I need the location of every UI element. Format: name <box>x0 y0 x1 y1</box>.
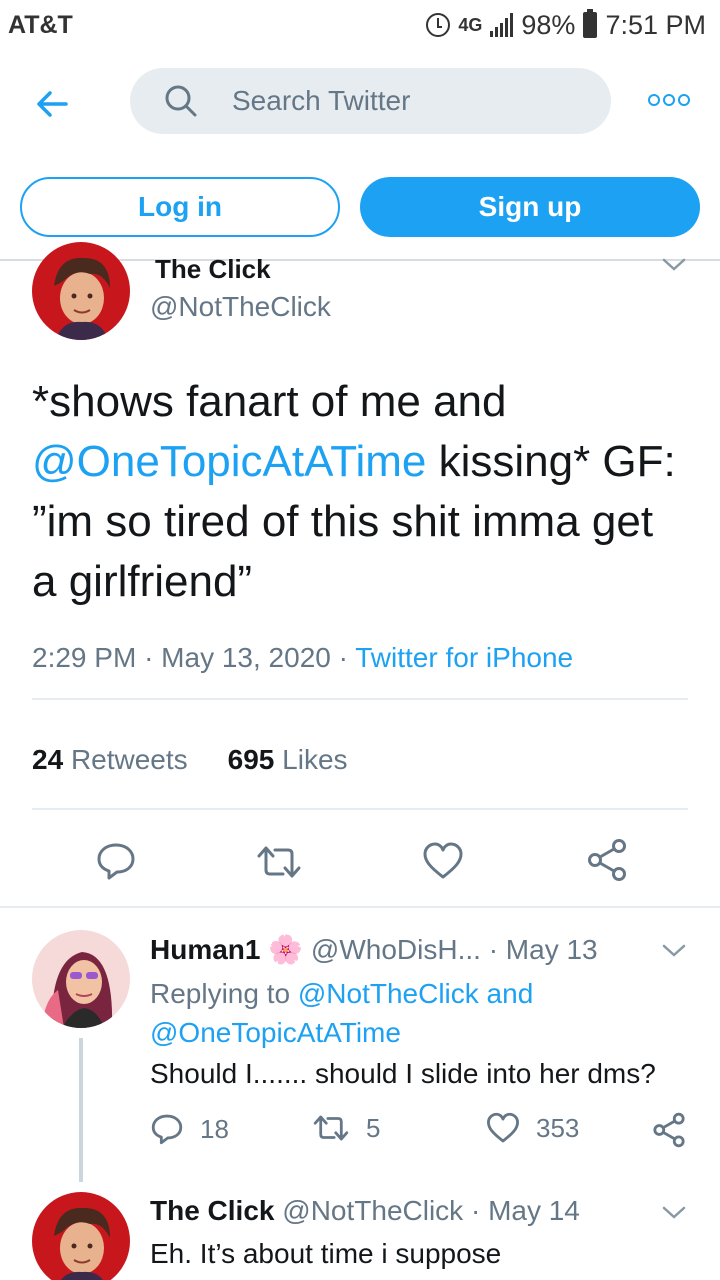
tweet-meta: 2:29 PM · May 13, 2020 · Twitter for iPh… <box>32 642 573 674</box>
avatar-image <box>32 242 130 340</box>
chevron-down-icon[interactable] <box>662 1206 686 1220</box>
retweet-icon <box>313 1115 349 1141</box>
reply-text: Should I....... should I slide into her … <box>150 1058 656 1089</box>
tweet-time: 2:29 PM <box>32 642 137 673</box>
back-arrow-icon[interactable] <box>32 84 72 124</box>
reply-header: Human1 🌸 @WhoDisH... · May 13 <box>150 933 598 966</box>
reply-author-name[interactable]: The Click <box>150 1195 274 1226</box>
battery-percent: 98% <box>521 9 576 40</box>
share-icon[interactable] <box>586 838 628 882</box>
likes-stat[interactable]: 695 Likes <box>228 744 348 776</box>
network-label: 4G <box>458 15 483 35</box>
retweets-label: Retweets <box>70 744 188 775</box>
reply-header: The Click @NotTheClick · May 14 <box>150 1195 580 1227</box>
battery-icon <box>583 9 598 38</box>
retweet-count: 5 <box>366 1112 381 1143</box>
reply-count: 18 <box>200 1113 229 1144</box>
author-handle[interactable]: @NotTheClick <box>150 291 331 323</box>
tweet-text-part: *shows fanart of me and <box>32 377 507 426</box>
chevron-down-icon[interactable] <box>662 944 686 958</box>
reply-reply-action[interactable]: 18 <box>150 1112 229 1146</box>
alarm-icon <box>426 13 451 37</box>
separator: · <box>470 1195 489 1226</box>
top-bar <box>0 50 720 154</box>
signup-button[interactable]: Sign up <box>360 177 700 237</box>
tweet-actions <box>0 830 720 890</box>
login-button[interactable]: Log in <box>20 177 340 237</box>
likes-label: Likes <box>282 744 348 775</box>
separator: · <box>488 934 506 965</box>
auth-bar: Log in Sign up <box>20 177 700 237</box>
divider <box>32 698 688 700</box>
status-icons: 4G 98% 7:51 PM <box>426 9 706 41</box>
replying-prefix: Replying to <box>150 978 298 1009</box>
reply-author-handle[interactable]: @NotTheClick <box>282 1195 463 1226</box>
more-options-icon[interactable] <box>648 90 690 110</box>
retweets-stat[interactable]: 24 Retweets <box>32 744 188 776</box>
reply-author-name[interactable]: Human1 <box>150 934 260 965</box>
retweet-icon[interactable] <box>255 842 303 882</box>
reply-icon[interactable] <box>95 840 137 882</box>
status-bar: AT&T 4G 98% 7:51 PM <box>0 0 720 50</box>
reply-icon <box>151 1114 183 1145</box>
tweet-stats: 24 Retweets 695 Likes <box>32 744 348 776</box>
reply-text: Eh. It’s about time i suppose <box>150 1238 502 1269</box>
clock: 7:51 PM <box>605 9 706 40</box>
search-box[interactable] <box>130 68 611 134</box>
divider <box>32 808 688 810</box>
reply-date: May 14 <box>488 1195 580 1226</box>
divider <box>0 906 720 908</box>
thread-line <box>79 1038 83 1182</box>
like-icon[interactable] <box>422 842 464 880</box>
replying-to: Replying to @NotTheClick and @OneTopicAt… <box>150 974 670 1052</box>
carrier-label: AT&T <box>8 10 73 39</box>
avatar[interactable] <box>32 242 130 340</box>
retweets-count: 24 <box>32 744 64 775</box>
reply-like-action[interactable]: 353 <box>486 1112 579 1144</box>
share-icon[interactable] <box>652 1112 686 1148</box>
avatar[interactable] <box>32 1192 130 1280</box>
likes-count: 695 <box>227 744 275 775</box>
flower-emoji: 🌸 <box>268 934 304 965</box>
like-count: 353 <box>536 1112 580 1143</box>
separator: · <box>338 642 356 673</box>
reply-actions: 18 5 353 <box>150 1112 690 1152</box>
like-icon <box>487 1112 519 1143</box>
mention-link[interactable]: @OneTopicAtATime <box>32 437 426 486</box>
avatar-image <box>32 1192 130 1280</box>
chevron-down-icon[interactable] <box>662 258 686 272</box>
reply-author-handle[interactable]: @WhoDisH... <box>311 934 481 965</box>
reply-date: May 13 <box>505 934 598 965</box>
separator: · <box>144 642 162 673</box>
avatar-image <box>32 930 130 1028</box>
author-name[interactable]: The Click <box>155 254 271 285</box>
search-input[interactable] <box>232 85 572 117</box>
reply-retweet-action[interactable]: 5 <box>312 1112 380 1144</box>
signal-icon <box>490 13 514 37</box>
search-icon <box>165 85 197 117</box>
tweet-text: *shows fanart of me and @OneTopicAtATime… <box>32 372 682 612</box>
tweet-source-link[interactable]: Twitter for iPhone <box>355 642 573 673</box>
tweet-date: May 13, 2020 <box>161 642 331 673</box>
avatar[interactable] <box>32 930 130 1028</box>
